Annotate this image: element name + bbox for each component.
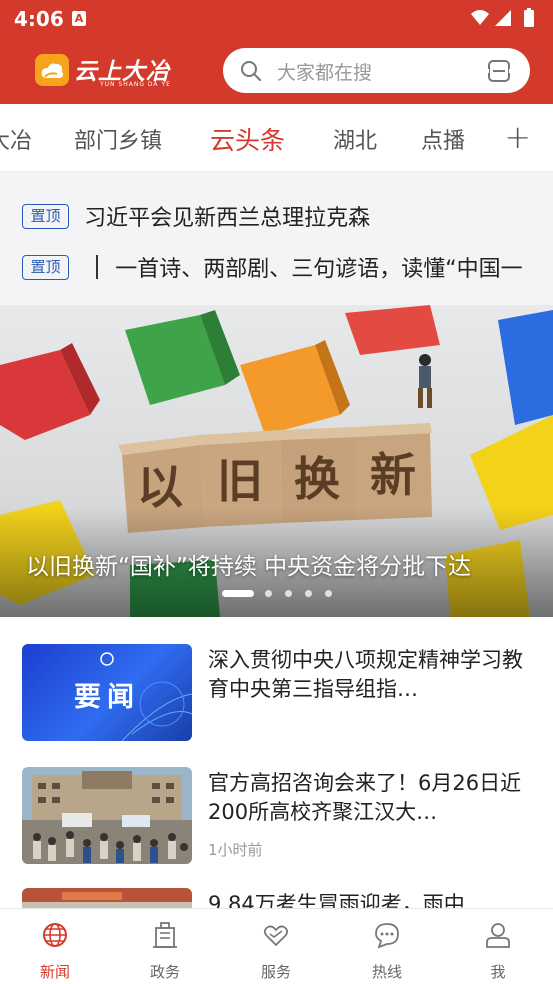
heart-hands-icon [263, 925, 289, 947]
pinned-title: 习近平会见新西兰总理拉克森 [84, 206, 371, 231]
block-char: 以 [137, 460, 183, 514]
news-thumbnail: 要闻 [22, 644, 192, 741]
wifi-icon [471, 10, 489, 25]
battery-icon [524, 10, 534, 27]
nav-hotline[interactable]: 热线 [332, 909, 442, 984]
pinned-section: 置顶 习近平会见新西兰总理拉克森 置顶 一首诗、两部剧、三句谚语，读懂“中国一 [0, 172, 553, 305]
ticker-divider [96, 255, 99, 279]
carousel-dot[interactable] [325, 590, 332, 597]
carousel-dot[interactable] [285, 590, 292, 597]
nav-label: 新闻 [39, 963, 70, 981]
scan-icon[interactable] [486, 58, 512, 84]
pinned-item[interactable]: 置顶 一首诗、两部剧、三句谚语，读懂“中国一 [22, 251, 523, 282]
nav-label: 政务 [149, 963, 180, 981]
news-item[interactable]: 官方高招咨询会来了！6月26日近200所高校齐聚江汉大… 1小时前 [22, 767, 532, 864]
status-icons [471, 8, 534, 27]
news-thumbnail [22, 888, 192, 908]
news-thumbnail [22, 767, 192, 864]
carousel-dot[interactable] [265, 590, 272, 597]
tab-departments[interactable]: 部门乡镇 [74, 123, 162, 155]
carousel-dot[interactable] [222, 590, 254, 597]
search-bar[interactable]: 大家都在搜 [223, 48, 530, 93]
news-item[interactable]: 要闻 深入贯彻中央八项规定精神学习教育中央第三指导组指… [22, 644, 532, 741]
tab-hubei[interactable]: 湖北 [333, 123, 377, 155]
block-char: 新 [370, 448, 416, 502]
pinned-badge: 置顶 [22, 254, 69, 280]
nav-government[interactable]: 政务 [110, 909, 220, 984]
notification-icon: A [72, 11, 86, 26]
tab-yuntoutiao[interactable]: 云头条 [210, 121, 285, 157]
add-tab-button[interactable]: + [504, 118, 531, 156]
banner-carousel[interactable]: 以 旧 换 新 以旧换新“国补”将持续 中央资金将分批下达 [0, 305, 553, 617]
signal-icon [495, 10, 511, 26]
news-item[interactable]: 9.84万考生冒雨迎考，雨中… [22, 888, 532, 908]
tab-vod[interactable]: 点播 [421, 123, 465, 155]
status-bar: 4:06 A [0, 0, 553, 38]
banner-caption: 以旧换新“国补”将持续 中央资金将分批下达 [26, 554, 472, 580]
globe-icon [43, 923, 67, 947]
nav-label: 我 [490, 963, 506, 981]
pinned-badge: 置顶 [22, 203, 69, 229]
carousel-dot[interactable] [305, 590, 312, 597]
news-title: 深入贯彻中央八项规定精神学习教育中央第三指导组指… [208, 648, 523, 701]
channel-tabs: 大冶 部门乡镇 云头条 湖北 点播 + [0, 104, 553, 172]
bottom-nav: 新闻 政务 服务 热线 我 [0, 908, 553, 984]
news-title: 9.84万考生冒雨迎考，雨中… [208, 892, 486, 908]
logo-cloud-icon [35, 54, 69, 86]
person-icon [486, 923, 510, 948]
nav-label: 热线 [371, 963, 402, 981]
search-icon [241, 61, 261, 81]
chat-bubble-icon [375, 923, 399, 949]
pinned-item[interactable]: 置顶 习近平会见新西兰总理拉克森 [22, 200, 371, 231]
status-time: 4:06 [14, 7, 64, 31]
pinned-title: 一首诗、两部剧、三句谚语，读懂“中国一 [115, 257, 523, 282]
news-title: 官方高招咨询会来了！6月26日近200所高校齐聚江汉大… [208, 771, 522, 824]
app-header: 云上大冶 YUN SHANG DA YE 大家都在搜 [0, 38, 553, 104]
nav-services[interactable]: 服务 [221, 909, 331, 984]
block-char: 旧 [217, 454, 263, 508]
block-char: 换 [294, 452, 340, 506]
logo-subtext: YUN SHANG DA YE [100, 81, 171, 88]
news-feed: 要闻 深入贯彻中央八项规定精神学习教育中央第三指导组指… 官方高招咨询会来了！6… [0, 617, 553, 908]
search-placeholder: 大家都在搜 [277, 62, 373, 84]
nav-me[interactable]: 我 [443, 909, 553, 984]
news-time: 1小时前 [208, 841, 263, 859]
building-icon [153, 922, 177, 948]
nav-label: 服务 [260, 963, 291, 981]
tab-daye[interactable]: 大冶 [0, 123, 32, 155]
thumbnail-label: 要闻 [74, 682, 140, 713]
nav-news[interactable]: 新闻 [0, 909, 110, 984]
